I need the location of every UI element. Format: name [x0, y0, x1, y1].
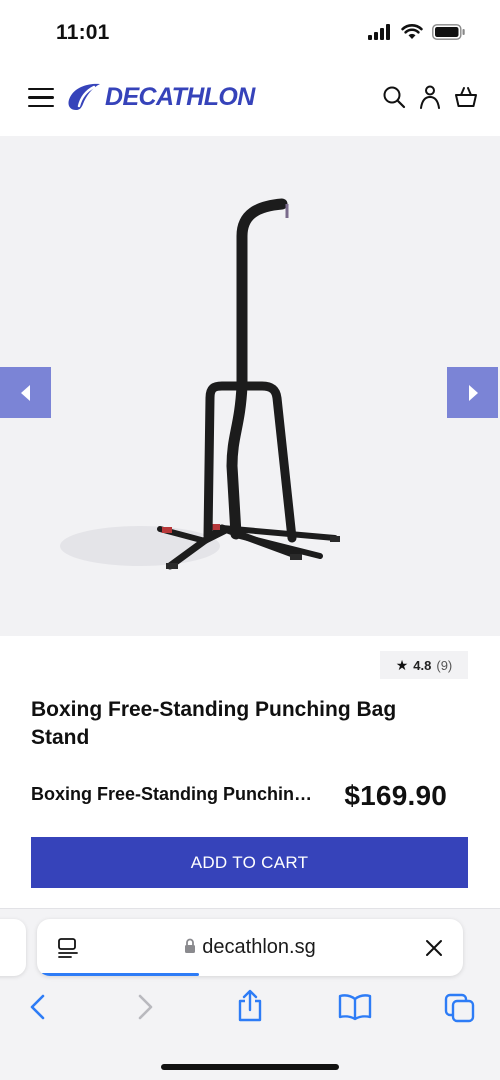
- basket-icon[interactable]: [454, 85, 478, 109]
- url-display[interactable]: decathlon.sg: [37, 936, 463, 959]
- site-header: DECATHLON: [0, 66, 500, 136]
- back-icon[interactable]: [28, 993, 48, 1021]
- share-icon[interactable]: [236, 989, 264, 1023]
- product-title: Boxing Free-Standing Punching Bag Stand: [31, 698, 397, 749]
- home-indicator[interactable]: [161, 1064, 339, 1070]
- close-icon[interactable]: [425, 939, 443, 957]
- rating-value: 4.8: [413, 657, 432, 673]
- brand-name: DECATHLON: [105, 82, 255, 111]
- previous-tab-preview[interactable]: [0, 919, 26, 976]
- decathlon-logo-icon: [68, 83, 100, 110]
- menu-button[interactable]: [28, 88, 54, 110]
- product-image: [60, 198, 340, 570]
- lock-icon: [185, 938, 196, 953]
- address-bar[interactable]: decathlon.sg: [37, 919, 463, 976]
- status-icons: [368, 24, 466, 40]
- battery-icon: [432, 24, 465, 40]
- search-icon[interactable]: [382, 85, 406, 109]
- arrow-right-icon: [468, 384, 478, 401]
- bookmarks-icon[interactable]: [338, 993, 372, 1021]
- account-icon[interactable]: [419, 85, 441, 109]
- page-load-progress: [41, 973, 199, 976]
- sticky-product-name: Boxing Free-Standing Punching Bag Stand: [31, 784, 321, 804]
- gallery-next-button[interactable]: [447, 367, 498, 418]
- menu-icon: [28, 88, 54, 91]
- gallery-prev-button[interactable]: [0, 367, 51, 418]
- url-text: decathlon.sg: [202, 936, 316, 958]
- arrow-left-icon: [20, 384, 30, 401]
- signal-icon: [368, 24, 390, 40]
- decathlon-logo[interactable]: DECATHLON: [66, 82, 255, 112]
- tabs-icon[interactable]: [444, 993, 476, 1023]
- product-price: $169.90: [344, 780, 447, 811]
- add-to-cart-button[interactable]: ADD TO CART: [31, 837, 468, 888]
- review-count: (9): [436, 657, 453, 673]
- rating-badge[interactable]: ★ 4.8 (9): [380, 651, 468, 679]
- status-time: 11:01: [56, 21, 110, 44]
- browser-toolbar: decathlon.sg: [0, 908, 500, 1080]
- status-bar: 11:01: [0, 0, 500, 66]
- star-icon: ★: [395, 656, 409, 673]
- product-gallery[interactable]: [0, 136, 500, 636]
- forward-icon[interactable]: [135, 993, 155, 1021]
- wifi-icon: [401, 24, 423, 39]
